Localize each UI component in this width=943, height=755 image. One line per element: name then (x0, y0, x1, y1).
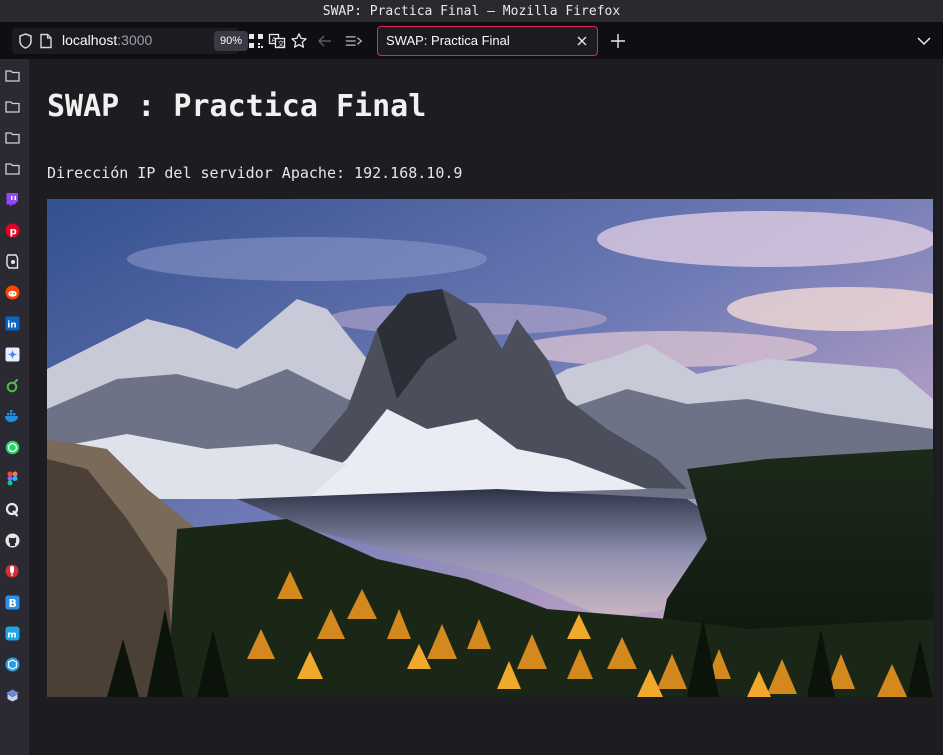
url-bar[interactable]: localhost:3000 90% (12, 28, 248, 54)
page-info-icon[interactable] (39, 33, 53, 49)
svg-text:p: p (9, 226, 16, 237)
svg-text:A: A (272, 36, 277, 44)
zoom-level-button[interactable]: 90% (214, 31, 248, 51)
figma-icon[interactable] (4, 470, 20, 486)
page-content: SWAP : Practica Final Dirección IP del s… (29, 59, 943, 755)
mountain-lake-landscape-image (47, 199, 933, 697)
url-text[interactable]: localhost:3000 (62, 32, 152, 48)
tab-active[interactable]: SWAP: Practica Final (377, 26, 598, 56)
svg-text:m: m (7, 630, 16, 640)
tab-title: SWAP: Practica Final (386, 33, 510, 48)
bookmark-star-icon[interactable] (290, 32, 308, 50)
back-arrow-icon[interactable] (316, 32, 334, 50)
svg-text:in: in (7, 320, 17, 330)
browser-toolbar: localhost:3000 90% A 文 SWAP: Practica Fi… (0, 22, 943, 59)
folder-icon[interactable] (4, 129, 20, 145)
docker-icon[interactable] (4, 408, 20, 424)
microphone-icon[interactable] (4, 563, 20, 579)
tracking-shield-icon[interactable] (18, 33, 33, 49)
translate-icon[interactable]: A 文 (268, 32, 286, 50)
reader-view-icon[interactable] (345, 32, 363, 50)
bootstrap-icon[interactable]: B (4, 594, 20, 610)
page-title: SWAP : Practica Final (47, 89, 427, 124)
folder-icon[interactable] (4, 98, 20, 114)
server-ip-text: Dirección IP del servidor Apache: 192.16… (47, 164, 463, 182)
svg-text:B: B (8, 597, 16, 610)
github-icon[interactable] (4, 532, 20, 548)
twitch-icon[interactable] (4, 191, 20, 207)
window-titlebar: SWAP: Practica Final — Mozilla Firefox (0, 0, 943, 22)
folder-icon[interactable] (4, 160, 20, 176)
whatsapp-icon[interactable] (4, 439, 20, 455)
qr-code-icon[interactable] (247, 32, 265, 50)
pinterest-icon[interactable]: p (4, 222, 20, 238)
folder-icon[interactable] (4, 67, 20, 83)
package-icon[interactable] (4, 656, 20, 672)
svg-text:文: 文 (278, 39, 285, 48)
linkedin-icon[interactable]: in (4, 315, 20, 331)
tab-close-icon[interactable] (576, 35, 588, 47)
gemini-icon[interactable] (4, 346, 20, 362)
new-tab-plus-icon[interactable] (609, 32, 627, 50)
sidebar: p in B m (0, 59, 29, 755)
mastodon-icon[interactable]: m (4, 625, 20, 641)
tutanota-icon[interactable] (4, 687, 20, 703)
reddit-icon[interactable] (4, 284, 20, 300)
ovo-icon[interactable] (4, 377, 20, 393)
url-port: :3000 (117, 32, 153, 48)
url-host: localhost (62, 32, 118, 48)
greasemonkey-icon[interactable] (4, 253, 20, 269)
window-title: SWAP: Practica Final — Mozilla Firefox (322, 3, 621, 19)
tab-list-chevron-icon[interactable] (915, 32, 933, 50)
quora-icon[interactable] (4, 501, 20, 517)
